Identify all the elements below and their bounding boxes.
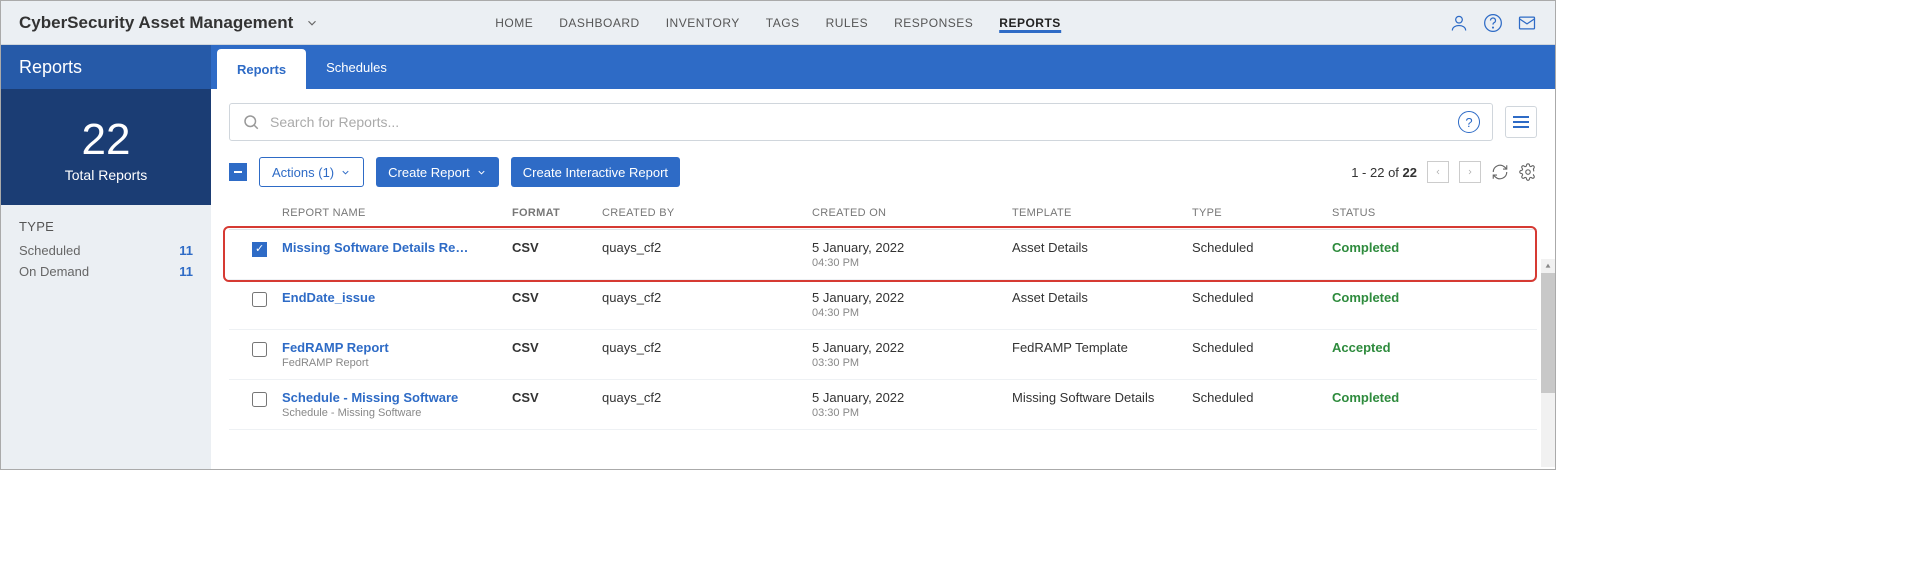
cell-created-by: quays_cf2 [602, 290, 812, 305]
sub-tab-schedules[interactable]: Schedules [306, 45, 407, 89]
cell-template: Missing Software Details [1012, 390, 1192, 405]
mail-icon[interactable] [1517, 13, 1537, 33]
report-name-link[interactable]: Missing Software Details Re… [282, 240, 468, 255]
column-header[interactable]: TEMPLATE [1012, 207, 1192, 219]
select-all-checkbox[interactable] [229, 163, 247, 181]
search-input[interactable] [270, 114, 1448, 130]
refresh-icon[interactable] [1491, 163, 1509, 181]
cell-created-on: 5 January, 202203:30 PM [812, 390, 1012, 419]
search-help-icon[interactable]: ? [1458, 111, 1480, 133]
search-icon [242, 113, 260, 131]
cell-created-by: quays_cf2 [602, 340, 812, 355]
table-row[interactable]: EndDate_issue CSVquays_cf25 January, 2022… [229, 280, 1537, 330]
report-name-link[interactable]: EndDate_issue [282, 290, 375, 305]
cell-status: Accepted [1332, 340, 1472, 355]
cell-status: Completed [1332, 240, 1472, 255]
column-header[interactable]: CREATED BY [602, 207, 812, 219]
vertical-scrollbar[interactable] [1541, 259, 1555, 467]
cell-created-on: 5 January, 202203:30 PM [812, 340, 1012, 369]
column-header[interactable]: STATUS [1332, 207, 1472, 219]
table-row[interactable]: Schedule - Missing SoftwareSchedule - Mi… [229, 380, 1537, 430]
nav-tab-dashboard[interactable]: DASHBOARD [559, 16, 640, 30]
nav-tab-responses[interactable]: RESPONSES [894, 16, 973, 30]
cell-type: Scheduled [1192, 240, 1332, 255]
chevron-down-icon [305, 16, 319, 30]
create-report-button[interactable]: Create Report [376, 157, 499, 187]
stat-card: 22 Total Reports [1, 89, 211, 205]
nav-tab-reports[interactable]: REPORTS [999, 13, 1061, 33]
cell-created-by: quays_cf2 [602, 240, 812, 255]
row-checkbox[interactable] [252, 392, 267, 407]
user-icon[interactable] [1449, 13, 1469, 33]
pagination-text: 1 - 22 of 22 [1351, 165, 1417, 180]
nav-tab-inventory[interactable]: INVENTORY [666, 16, 740, 30]
column-header[interactable]: TYPE [1192, 207, 1332, 219]
menu-icon[interactable] [1505, 106, 1537, 138]
row-checkbox[interactable] [252, 242, 267, 257]
type-filter-row[interactable]: Scheduled11 [19, 240, 193, 261]
help-icon[interactable] [1483, 13, 1503, 33]
gear-icon[interactable] [1519, 163, 1537, 181]
chevron-down-icon [340, 167, 351, 178]
stat-number: 22 [1, 115, 211, 165]
nav-tab-rules[interactable]: RULES [826, 16, 869, 30]
nav-tab-home[interactable]: HOME [495, 16, 533, 30]
app-title[interactable]: CyberSecurity Asset Management [19, 13, 319, 33]
cell-type: Scheduled [1192, 390, 1332, 405]
cell-created-by: quays_cf2 [602, 390, 812, 405]
sidebar: 22 Total Reports TYPE Scheduled11On Dema… [1, 89, 211, 469]
cell-template: Asset Details [1012, 290, 1192, 305]
type-panel-title: TYPE [19, 219, 193, 234]
cell-format: CSV [512, 390, 602, 405]
row-checkbox[interactable] [252, 292, 267, 307]
row-checkbox[interactable] [252, 342, 267, 357]
actions-button[interactable]: Actions (1) [259, 157, 364, 187]
cell-created-on: 5 January, 202204:30 PM [812, 240, 1012, 269]
nav-tab-tags[interactable]: TAGS [766, 16, 800, 30]
cell-template: Asset Details [1012, 240, 1192, 255]
next-page-button[interactable] [1459, 161, 1481, 183]
cell-format: CSV [512, 240, 602, 255]
cell-type: Scheduled [1192, 340, 1332, 355]
app-title-text: CyberSecurity Asset Management [19, 13, 293, 33]
cell-format: CSV [512, 290, 602, 305]
reports-table: REPORT NAMEFORMATCREATED BYCREATED ONTEM… [229, 197, 1537, 430]
page-title: Reports [1, 45, 211, 89]
cell-status: Completed [1332, 390, 1472, 405]
column-header[interactable]: FORMAT [512, 207, 602, 219]
cell-template: FedRAMP Template [1012, 340, 1192, 355]
stat-label: Total Reports [1, 167, 211, 183]
cell-format: CSV [512, 340, 602, 355]
prev-page-button[interactable] [1427, 161, 1449, 183]
type-filter-row[interactable]: On Demand11 [19, 261, 193, 282]
table-row[interactable]: Missing Software Details Re… CSVquays_cf2… [229, 230, 1537, 280]
create-interactive-report-button[interactable]: Create Interactive Report [511, 157, 680, 187]
chevron-down-icon [476, 167, 487, 178]
column-header[interactable]: REPORT NAME [282, 207, 512, 219]
cell-type: Scheduled [1192, 290, 1332, 305]
column-header[interactable]: CREATED ON [812, 207, 1012, 219]
table-row[interactable]: FedRAMP ReportFedRAMP ReportCSVquays_cf2… [229, 330, 1537, 380]
report-name-link[interactable]: FedRAMP Report [282, 340, 389, 355]
nav-tabs: HOME DASHBOARD INVENTORY TAGS RULES RESPONSES… [495, 1, 1061, 44]
cell-created-on: 5 January, 202204:30 PM [812, 290, 1012, 319]
report-name-link[interactable]: Schedule - Missing Software [282, 390, 458, 405]
search-box[interactable]: ? [229, 103, 1493, 141]
cell-status: Completed [1332, 290, 1472, 305]
sub-tab-reports[interactable]: Reports [217, 49, 306, 89]
